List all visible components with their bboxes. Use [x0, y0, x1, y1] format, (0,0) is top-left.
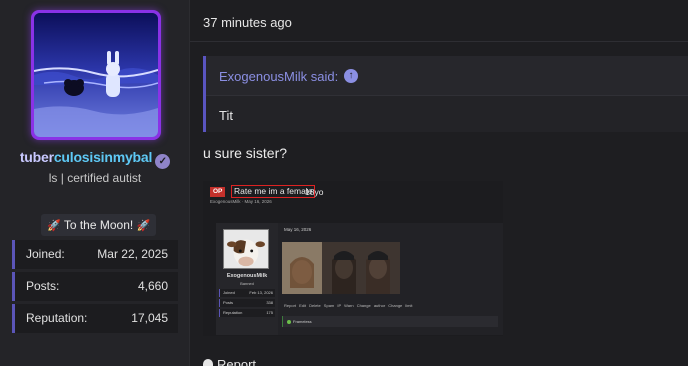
embedded-stat-label: Posts: [223, 300, 234, 305]
embedded-stat-value: Feb 13, 2026: [249, 290, 273, 295]
rocket-icon: 🚀: [47, 220, 61, 232]
embedded-stat-row: Reputation 175: [219, 309, 275, 317]
embedded-stat-label: Joined: [223, 290, 235, 295]
stat-joined: Joined: Mar 22, 2025: [12, 240, 178, 269]
embedded-stat-row: Joined Feb 13, 2026: [219, 289, 275, 297]
avatar-image: [34, 13, 158, 137]
stat-label: Reputation:: [26, 311, 88, 325]
selfie-photo: [282, 242, 400, 294]
verified-badge-icon: ✓: [155, 154, 171, 169]
stat-value: 4,660: [137, 279, 168, 293]
post-body-text: u sure sister?: [203, 145, 288, 161]
stat-value: 17,045: [131, 311, 168, 325]
stat-reputation: Reputation: 17,045: [12, 304, 178, 333]
avatar[interactable]: [31, 10, 161, 140]
quote-text: Tit: [219, 108, 233, 123]
rocket-icon: 🚀: [136, 220, 151, 232]
stat-value: Mar 22, 2025: [97, 247, 168, 261]
stat-label: Joined:: [26, 247, 65, 261]
embedded-photo: [282, 242, 400, 294]
embedded-avatar: [223, 229, 269, 269]
embedded-stat-value: 175: [266, 310, 273, 315]
cow-avatar-image: [224, 230, 268, 268]
op-tag: OP: [210, 187, 226, 197]
user-banner: 🚀 To the Moon! 🚀: [41, 214, 157, 236]
username[interactable]: tuberculosisinmybal ✓: [0, 149, 190, 169]
embedded-age-tag: 18yo: [305, 187, 324, 197]
embedded-action-bar: Report Edit Delete Spam IP Warn Change a…: [284, 303, 413, 308]
user-banner-text: To the Moon!: [63, 218, 134, 232]
username-part-1: tuber: [19, 149, 54, 165]
embedded-stat-label: Reputation: [223, 310, 243, 315]
embedded-post-date: May 16, 2026: [284, 227, 312, 232]
embedded-stat-row: Posts 338: [219, 299, 275, 307]
embedded-screenshot[interactable]: OP Rate me im a female 18yo ExogenousMil…: [203, 181, 503, 336]
embedded-reactions: Frameless: [282, 316, 498, 327]
user-title: ls | certified autist: [48, 171, 142, 185]
embedded-user-role: Banned: [240, 281, 254, 286]
embedded-thread-title: Rate me im a female: [231, 185, 316, 198]
quote-block: ExogenousMilk said: ↑ Tit: [203, 56, 688, 132]
stat-label: Posts:: [26, 279, 60, 293]
quote-author[interactable]: ExogenousMilk said:: [219, 69, 338, 84]
post-timestamp[interactable]: 37 minutes ago: [203, 15, 292, 30]
embedded-post: ExogenousMilk Banned Joined Feb 13, 2026…: [216, 223, 503, 335]
embedded-stat-value: 338: [266, 300, 273, 305]
divider: [190, 41, 688, 42]
embedded-reaction-user: Frameless: [293, 319, 312, 324]
reaction-icon: [287, 319, 291, 324]
user-card: tuberculosisinmybal ✓ ls | certified auti…: [0, 0, 190, 366]
username-part-2: culosisinmybal: [53, 149, 153, 165]
jump-to-quote-icon[interactable]: ↑: [344, 69, 358, 83]
embedded-meta: ExogenousMilk · May 16, 2026: [210, 199, 272, 204]
report-label: Report: [217, 357, 257, 366]
embedded-user-card: ExogenousMilk Banned Joined Feb 13, 2026…: [216, 223, 278, 335]
bell-icon: [203, 359, 213, 366]
report-link[interactable]: Report: [203, 357, 256, 366]
embedded-username: ExogenousMilk: [226, 273, 268, 279]
avatar-artwork: [34, 13, 158, 137]
quote-header[interactable]: ExogenousMilk said: ↑: [206, 56, 688, 96]
stat-posts: Posts: 4,660: [12, 272, 178, 301]
